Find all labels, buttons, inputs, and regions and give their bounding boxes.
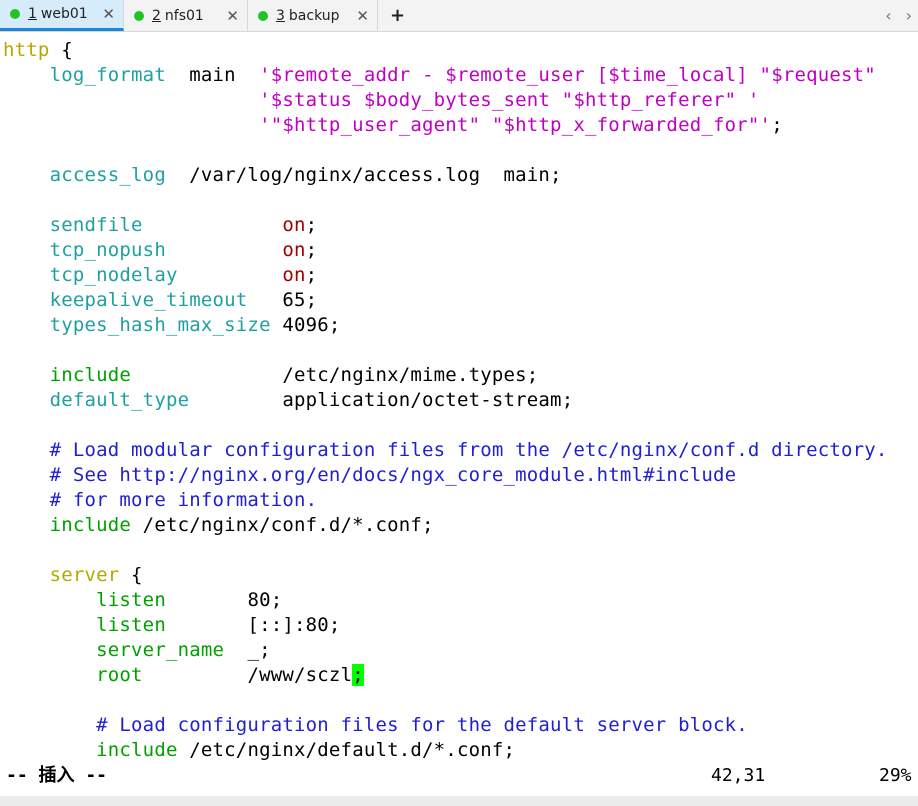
tab-nfs01[interactable]: 2 nfs01 ✕ bbox=[124, 0, 248, 31]
vim-status-line: -- 插入 -- 42,31 29% bbox=[0, 762, 918, 790]
tab-backup[interactable]: 3 backup ✕ bbox=[248, 0, 378, 31]
chevron-left-icon[interactable]: ‹ bbox=[885, 6, 891, 25]
code-line: root /www/sczl; bbox=[96, 664, 364, 686]
text-cursor: ; bbox=[352, 664, 364, 686]
mode-indicator: -- 插入 -- bbox=[6, 765, 108, 786]
code-line: # Load modular configuration files from … bbox=[49, 439, 888, 461]
status-dot-icon bbox=[258, 10, 268, 21]
code-line: # Load configuration files for the defau… bbox=[96, 714, 748, 736]
code-line: access_log /var/log/nginx/access.log mai… bbox=[49, 164, 562, 186]
tab-number: 1 bbox=[28, 6, 37, 22]
tab-number: 3 bbox=[276, 7, 285, 24]
status-dot-icon bbox=[10, 9, 20, 19]
code-line: include /etc/nginx/mime.types; bbox=[49, 364, 539, 386]
close-icon[interactable]: ✕ bbox=[342, 7, 369, 25]
code-line: include /etc/nginx/conf.d/*.conf; bbox=[49, 514, 434, 536]
tab-bar: 1 web01 ✕ 2 nfs01 ✕ 3 backup ✕ + ‹ › bbox=[0, 0, 918, 32]
code-line: server_name _; bbox=[96, 639, 271, 661]
tab-number: 2 bbox=[152, 7, 161, 24]
tab-label: web01 bbox=[40, 6, 88, 22]
code-line: default_type application/octet-stream; bbox=[49, 389, 574, 411]
terminal-editor[interactable]: http { log_format main '$remote_addr - $… bbox=[0, 32, 918, 763]
close-icon[interactable]: ✕ bbox=[212, 7, 239, 25]
code-line: sendfile on; bbox=[49, 214, 318, 236]
code-line: listen [::]:80; bbox=[96, 614, 341, 636]
code-line: include /etc/nginx/default.d/*.conf; bbox=[96, 739, 516, 761]
tab-label: backup bbox=[288, 7, 340, 24]
code-line: tcp_nodelay on; bbox=[49, 264, 318, 286]
code-line: '$status $body_bytes_sent "$http_referer… bbox=[259, 89, 760, 111]
code-line: tcp_nopush on; bbox=[49, 239, 318, 261]
close-icon[interactable]: ✕ bbox=[88, 5, 115, 23]
code-line: log_format main '$remote_addr - $remote_… bbox=[49, 64, 876, 86]
tab-web01[interactable]: 1 web01 ✕ bbox=[0, 0, 124, 31]
tab-navigation: ‹ › bbox=[885, 0, 918, 31]
code-line: # for more information. bbox=[49, 489, 318, 511]
code-line: http { bbox=[3, 39, 73, 61]
cursor-position: 42,31 bbox=[711, 765, 766, 786]
new-tab-button[interactable]: + bbox=[378, 0, 417, 31]
scroll-percent: 29% bbox=[879, 765, 912, 786]
status-dot-icon bbox=[134, 10, 144, 21]
code-line: '"$http_user_agent" "$http_x_forwarded_f… bbox=[259, 114, 783, 136]
code-line: server { bbox=[49, 564, 143, 586]
window-bottom-edge bbox=[0, 796, 918, 806]
code-line: keepalive_timeout 65; bbox=[49, 289, 318, 311]
chevron-right-icon[interactable]: › bbox=[906, 6, 912, 25]
code-line: listen 80; bbox=[96, 589, 283, 611]
code-line: # See http://nginx.org/en/docs/ngx_core_… bbox=[49, 464, 737, 486]
code-line: types_hash_max_size 4096; bbox=[49, 314, 341, 336]
tab-label: nfs01 bbox=[164, 7, 204, 24]
